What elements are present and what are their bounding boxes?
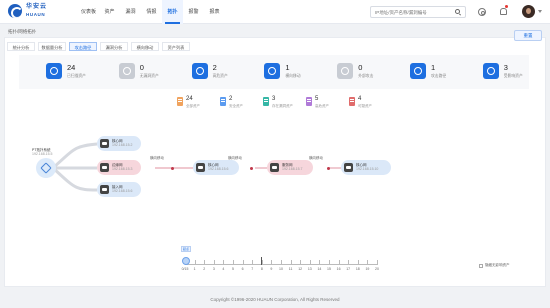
- timeline-label: 5: [232, 267, 234, 271]
- timeline-tick: [309, 260, 311, 265]
- server-icon: [100, 163, 109, 172]
- timeline-label: 3: [212, 267, 215, 271]
- timeline-tick: [242, 260, 244, 265]
- edge-dot: [250, 167, 253, 170]
- timeline-label: 14: [317, 267, 322, 271]
- node-label: 核心网 192.168.15.10: [356, 163, 378, 171]
- notification-badge: [505, 5, 508, 8]
- timeline-tick: [204, 260, 206, 265]
- root-ip: 192.168.15.5: [32, 152, 53, 156]
- nav-item[interactable]: 报表: [204, 0, 225, 24]
- search-input[interactable]: [370, 6, 466, 18]
- node-label: 核心网 192.168.15.6: [208, 163, 228, 171]
- timeline-label: 8: [260, 267, 263, 271]
- timeline-label: 19: [365, 267, 370, 271]
- hide-unaffected-checkbox[interactable]: [479, 264, 483, 268]
- nav-item[interactable]: 拓扑: [162, 0, 183, 24]
- timeline-label: 18: [355, 267, 360, 271]
- edge-label: 横向移动: [228, 156, 242, 160]
- timeline-label: 11: [288, 267, 293, 271]
- node-ip: 192.168.15.6: [208, 167, 229, 171]
- nav-item[interactable]: 仪表板: [78, 0, 99, 24]
- node-ip: 192.168.15.7: [282, 167, 303, 171]
- node-label: 核心网 192.168.15.2: [112, 139, 132, 147]
- edge-dot: [171, 167, 174, 170]
- brand-name-en: HUAUN: [26, 12, 46, 17]
- server-icon: [100, 185, 109, 194]
- timeline-marker: [261, 257, 262, 265]
- timeline-tick: [290, 260, 292, 265]
- nav-item[interactable]: 资产: [99, 0, 120, 24]
- timeline-label: 10: [279, 267, 283, 271]
- topology-root[interactable]: [36, 158, 56, 178]
- node-ip: 192.168.15.6: [112, 189, 133, 193]
- node-ip: 192.168.15.2: [112, 143, 133, 147]
- timeline-tick: [300, 260, 302, 265]
- brand-logo[interactable]: 华安云 HUAUN: [8, 4, 47, 18]
- timeline-tick: [223, 260, 225, 265]
- root-label: PT拓扑系统 192.168.15.5: [32, 148, 52, 156]
- network-hub-icon: [40, 162, 52, 174]
- timeline-label: 12: [298, 267, 303, 271]
- timeline-tick: [377, 260, 378, 265]
- timeline-label: 4: [222, 267, 225, 271]
- notification-bell-icon[interactable]: [500, 8, 507, 15]
- server-icon: [196, 163, 205, 172]
- timeline-tick: [213, 260, 215, 265]
- timeline-tick: [233, 260, 234, 265]
- chevron-down-icon[interactable]: [538, 10, 542, 13]
- timeline-label: 0/15: [181, 267, 189, 271]
- timeline-tick: [338, 260, 340, 265]
- nav-item[interactable]: 报警: [183, 0, 204, 24]
- edge-label: 横向移动: [150, 156, 164, 160]
- timeline-label: 20: [375, 267, 379, 271]
- timeline-label: 2: [203, 267, 206, 271]
- node-label: 边缘网 192.168.15.3: [112, 163, 132, 171]
- topology-link: [51, 142, 98, 170]
- edge-dot: [327, 167, 330, 170]
- timeline-tick: [252, 260, 254, 265]
- timeline-tick: [348, 260, 350, 265]
- timeline-handle[interactable]: [182, 257, 190, 265]
- node-label: 服务网 192.168.15.7: [282, 163, 302, 171]
- settings-gear-icon[interactable]: [478, 8, 486, 16]
- timeline-label: 16: [336, 267, 341, 271]
- logo-mark-icon: [8, 4, 22, 18]
- timeline-tick: [194, 260, 196, 265]
- timeline-label: 15: [327, 267, 331, 271]
- timeline-label: 7: [251, 267, 254, 271]
- timeline-tick: [329, 260, 330, 265]
- node-ip: 192.168.15.3: [112, 167, 133, 171]
- main-panel: 统计分析 数据量分析 攻击路径 漏洞分析 横向移动 资产列表 重置 24 已扫描资产 0 无漏洞…: [4, 30, 546, 287]
- timeline-tick: [319, 260, 321, 265]
- timeline-label: 6: [241, 267, 244, 271]
- footer-copyright: Copyright ©1996-2020 HUAUN Corporation, …: [210, 297, 340, 302]
- edge-label: 横向移动: [309, 156, 323, 160]
- search-icon[interactable]: [455, 9, 460, 14]
- timeline-tick: [367, 260, 369, 265]
- user-avatar[interactable]: [522, 5, 535, 18]
- timeline-tick: [357, 260, 359, 265]
- server-icon: [270, 163, 279, 172]
- node-ip: 192.168.15.10: [356, 167, 379, 171]
- topology-link: [51, 166, 98, 192]
- main-nav: 仪表板 资产 漏洞 情报 拓扑 报警 报表: [78, 0, 225, 24]
- timeline-tick: [281, 260, 282, 265]
- server-icon: [100, 139, 109, 148]
- nav-item[interactable]: 情报: [141, 0, 162, 24]
- timeline-flag: 起点: [181, 246, 191, 252]
- server-icon: [344, 163, 353, 172]
- nav-item[interactable]: 漏洞: [120, 0, 141, 24]
- timeline-label: 13: [307, 267, 312, 271]
- timeline-tick: [271, 260, 273, 265]
- top-navigation-bar: 华安云 HUAUN 仪表板 资产 漏洞 情报 拓扑 报警 报表: [0, 0, 550, 24]
- node-label: 接入网 192.168.15.6: [112, 185, 132, 193]
- timeline-label: 9: [270, 267, 273, 271]
- breadcrumb: 拓扑/网络拓扑: [8, 29, 37, 34]
- timeline-label: 1: [193, 267, 196, 271]
- timeline-label: 17: [346, 267, 351, 271]
- brand-name-cn: 华安云: [26, 4, 48, 10]
- hide-unaffected-label: 隐藏无影响资产: [485, 263, 510, 267]
